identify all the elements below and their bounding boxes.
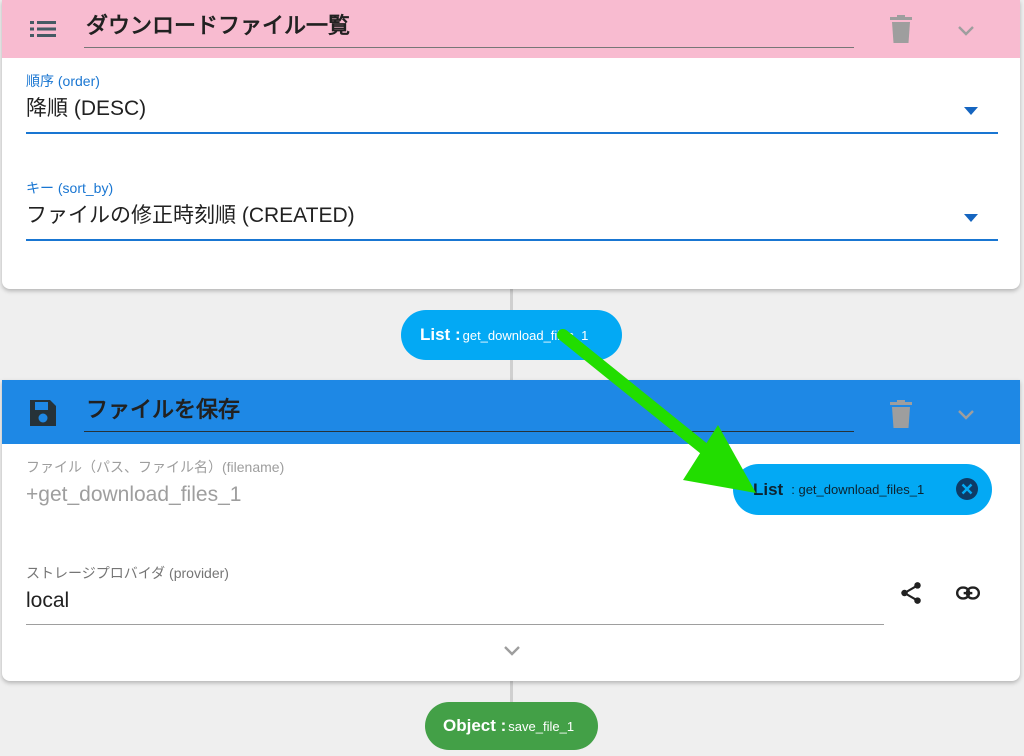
order-select[interactable]: 順序 (order) 降順 (DESC) [26,72,998,136]
block-header: ダウンロードファイル一覧 [2,0,1020,58]
provider-value[interactable]: local [26,586,884,616]
output-type: List : [420,325,461,344]
order-label: 順序 (order) [26,73,100,89]
order-dropdown-icon[interactable] [964,107,978,115]
input-variable-chip[interactable]: List : get_download_files_1 [733,464,992,515]
output-variable-pill[interactable]: Object : save_file_1 [425,702,598,750]
chevron-down-icon[interactable] [954,18,978,42]
provider-field[interactable]: ストレージプロバイダ (provider) local [26,564,884,628]
trash-icon[interactable] [890,400,912,428]
save-file-block: ファイルを保存 ファイル（パス、ファイル名）(filename) +get_do… [2,380,1020,681]
order-underline [26,132,998,134]
sort-by-label: キー (sort_by) [26,180,114,196]
expand-more-icon[interactable] [500,638,524,662]
output-type: Object : [443,716,507,735]
block-header: ファイルを保存 [2,380,1020,444]
output-variable-pill[interactable]: List : get_download_files_1 [401,310,622,360]
output-name: save_file_1 [508,718,575,734]
sort-by-select[interactable]: キー (sort_by) ファイルの修正時刻順 (CREATED) [26,179,998,243]
trash-icon[interactable] [890,15,912,43]
save-icon[interactable] [28,398,58,428]
sort-by-dropdown-icon[interactable] [964,214,978,222]
block-title[interactable]: ダウンロードファイル一覧 [84,10,854,48]
get-download-files-block: ダウンロードファイル一覧 順序 (order) 降順 (DESC) キー (so… [2,0,1020,289]
sort-by-value[interactable]: ファイルの修正時刻順 (CREATED) [26,201,998,231]
output-name: get_download_files_1 [462,327,589,343]
provider-label: ストレージプロバイダ (provider) [26,565,229,581]
block-title[interactable]: ファイルを保存 [84,394,854,432]
provider-underline [26,624,884,625]
share-icon[interactable] [898,580,924,606]
link-icon[interactable] [955,580,981,606]
chevron-down-icon[interactable] [954,402,978,426]
chip-name: : get_download_files_1 [791,482,925,497]
chip-type: List [753,479,784,499]
sort-by-underline [26,239,998,241]
remove-chip-icon[interactable] [955,477,979,501]
list-icon[interactable] [28,16,58,42]
order-value[interactable]: 降順 (DESC) [26,94,998,124]
